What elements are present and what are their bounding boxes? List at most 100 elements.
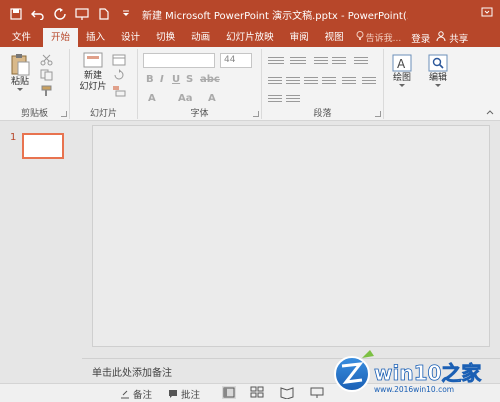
collapse-ribbon-icon[interactable] (486, 109, 494, 115)
new-slide-button[interactable]: 新建 幻灯片 (76, 51, 110, 93)
ribbon-home: 粘贴 剪贴板 新建 幻灯片 幻灯片 44 B I U S abc A Aa A … (0, 47, 500, 121)
group-paragraph: 段落 (262, 49, 384, 119)
editing-label: 编辑 (428, 73, 447, 83)
comments-button[interactable]: 批注 (168, 387, 200, 401)
underline-icon[interactable]: U (172, 74, 180, 85)
layout-icon[interactable] (112, 54, 126, 66)
font-name-box[interactable] (143, 53, 215, 68)
drawing-button[interactable]: A 绘图 (386, 53, 418, 88)
font-color-icon[interactable]: A (148, 93, 156, 104)
copy-icon[interactable] (40, 69, 54, 81)
new-slide-label-line1: 新建 (83, 71, 102, 81)
notes-placeholder[interactable]: 单击此处添加备注 (92, 364, 172, 379)
clipboard-dialog-launcher[interactable] (61, 111, 67, 117)
format-painter-icon[interactable] (40, 85, 54, 97)
comments-label: 批注 (181, 390, 201, 401)
tab-home[interactable]: 开始 (43, 28, 79, 47)
change-case-icon[interactable]: Aa (178, 93, 193, 104)
tab-design[interactable]: 设计 (113, 28, 148, 47)
paragraph-group-label: 段落 (313, 109, 332, 119)
highlight-icon[interactable]: A (208, 93, 216, 104)
share-label: 共享 (449, 33, 469, 45)
font-size-box[interactable]: 44 (220, 53, 252, 68)
cut-icon[interactable] (40, 54, 54, 66)
slide-canvas[interactable] (92, 125, 490, 347)
tab-slideshow[interactable]: 幻灯片放映 (218, 28, 282, 47)
justify-icon[interactable] (322, 77, 336, 86)
ribbon-tabs: 文件 开始 插入 设计 切换 动画 幻灯片放映 审阅 视图 告诉我... 登录 … (0, 28, 500, 47)
tab-insert[interactable]: 插入 (78, 28, 113, 47)
clipboard-group-label: 剪贴板 (20, 109, 48, 119)
redo-icon[interactable] (50, 4, 70, 24)
align-right-icon[interactable] (304, 77, 318, 86)
group-drawing: A 绘图 (384, 49, 420, 119)
reset-icon[interactable] (112, 69, 126, 81)
font-dialog-launcher[interactable] (253, 111, 259, 117)
bold-icon[interactable]: B (146, 74, 154, 85)
text-direction-icon[interactable] (362, 77, 376, 86)
share-button[interactable]: 共享 (436, 31, 472, 45)
align-center-icon[interactable] (286, 77, 300, 86)
group-font: 44 B I U S abc A Aa A 字体 (138, 49, 262, 119)
paste-button[interactable]: 粘贴 (6, 53, 34, 92)
slide-thumbnail-pane (0, 121, 82, 383)
save-icon[interactable] (6, 4, 26, 24)
shadow-icon[interactable]: S (186, 74, 193, 85)
undo-icon[interactable] (28, 4, 48, 24)
svg-text:A: A (397, 57, 406, 71)
tell-me-box[interactable]: 告诉我... (352, 31, 406, 44)
paragraph-dialog-launcher[interactable] (375, 111, 381, 117)
increase-indent-icon[interactable] (332, 57, 346, 66)
new-slide-label-line2: 幻灯片 (79, 82, 107, 92)
decrease-indent-icon[interactable] (314, 57, 328, 66)
notes-icon (121, 390, 129, 399)
slide-number: 1 (10, 132, 17, 143)
section-icon[interactable] (112, 85, 126, 97)
find-icon (428, 54, 448, 72)
smartart-icon[interactable] (286, 95, 300, 104)
watermark-url: www.2016win10.com (374, 385, 454, 394)
reading-view-icon[interactable] (280, 386, 294, 399)
columns-icon[interactable] (342, 77, 356, 86)
watermark: win10之家 www.2016win10.com (330, 350, 500, 396)
slide-sorter-icon[interactable] (250, 386, 264, 399)
tab-transitions[interactable]: 切换 (148, 28, 183, 47)
tab-animations[interactable]: 动画 (183, 28, 218, 47)
watermark-brand: win10之家 (374, 361, 482, 385)
align-text-icon[interactable] (268, 95, 282, 104)
tell-me-label: 告诉我... (365, 34, 402, 44)
paste-icon (11, 54, 30, 76)
italic-icon[interactable]: I (160, 74, 164, 85)
customize-qat-icon[interactable] (116, 4, 136, 24)
tab-review[interactable]: 审阅 (282, 28, 317, 47)
slides-group-label: 幻灯片 (89, 109, 117, 119)
slideshow-view-icon[interactable] (310, 386, 324, 399)
window-title: 新建 Microsoft PowerPoint 演示文稿.pptx - Powe… (142, 11, 408, 22)
ribbon-display-options-icon[interactable] (478, 3, 496, 21)
group-editing: 编辑 (420, 49, 456, 119)
present-icon[interactable] (72, 4, 92, 24)
numbering-icon[interactable] (290, 57, 306, 66)
font-group-label: 字体 (190, 109, 209, 119)
person-icon (436, 31, 446, 44)
window-controls (478, 3, 496, 21)
strikethrough-icon[interactable]: abc (200, 74, 220, 85)
align-left-icon[interactable] (268, 77, 282, 86)
slide-thumbnail[interactable] (22, 133, 64, 159)
comment-icon (169, 390, 177, 398)
new-slide-icon (83, 52, 103, 68)
shapes-icon: A (392, 54, 412, 72)
tab-view[interactable]: 视图 (317, 28, 352, 47)
line-spacing-icon[interactable] (354, 57, 368, 66)
bullets-icon[interactable] (268, 57, 284, 66)
new-file-icon[interactable] (94, 4, 114, 24)
paste-label: 粘贴 (10, 77, 29, 87)
normal-view-icon[interactable] (222, 386, 236, 399)
drawing-label: 绘图 (392, 73, 411, 83)
editing-button[interactable]: 编辑 (422, 53, 454, 88)
quick-access-toolbar (0, 4, 136, 24)
login-button[interactable]: 登录 (405, 31, 436, 45)
group-slides: 新建 幻灯片 幻灯片 (70, 49, 138, 119)
tab-file[interactable]: 文件 (0, 28, 43, 47)
notes-toggle-button[interactable]: 备注 (120, 387, 152, 401)
